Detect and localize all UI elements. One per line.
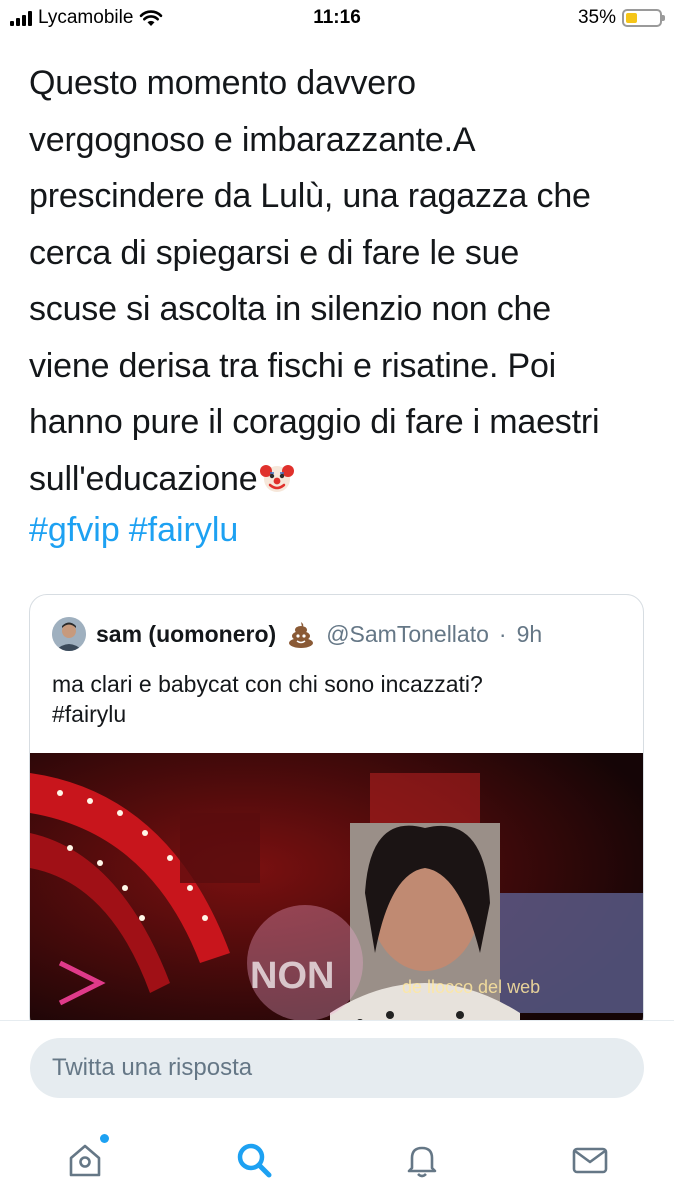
tweet-line: cerca di spiegarsi e di fare le sue	[29, 233, 520, 272]
author-handle[interactable]: @SamTonellato	[326, 621, 489, 648]
poop-emoji-icon	[289, 622, 314, 648]
tweet-line: prescindere da Lulù, una ragazza che	[29, 177, 591, 215]
author-name[interactable]: sam (uomonero)	[96, 621, 276, 648]
tweet-line-last: sull'educazione	[29, 451, 649, 508]
home-badge-dot	[100, 1134, 109, 1143]
tweet-line: Questo momento davvero	[29, 64, 416, 102]
status-bar: Lycamobile 11:16 35%	[0, 0, 674, 38]
tweet-line: sull'educazione	[29, 459, 258, 498]
hashtag-link[interactable]: #gfvip	[29, 511, 120, 549]
tab-bar	[0, 1114, 674, 1200]
tab-notifications[interactable]	[394, 1132, 450, 1188]
watermark-text: NON	[250, 955, 334, 997]
tab-home[interactable]	[57, 1132, 113, 1188]
quoted-tweet-card[interactable]: sam (uomonero) @SamTonellato · 9h ma cla…	[29, 594, 644, 1034]
tweet-line: viene derisa tra fischi e risatine. Poi	[29, 346, 557, 385]
video-thumbnail[interactable]: NON de llocco del web	[30, 753, 643, 1033]
battery-area: 35%	[577, 7, 665, 29]
clown-face-icon	[260, 464, 295, 492]
avatar[interactable]	[52, 617, 86, 651]
hashtags: #gfvip #fairylu	[29, 508, 247, 552]
timestamp: 9h	[516, 620, 543, 647]
search-icon	[237, 1143, 272, 1178]
quoted-tweet-header: sam (uomonero) @SamTonellato · 9h	[52, 617, 542, 651]
reply-input[interactable]: Twitta una risposta	[30, 1038, 644, 1098]
notifications-icon	[407, 1146, 437, 1178]
quoted-text-line: ma clari e babycat con chi sono incazzat…	[52, 671, 483, 697]
quoted-tweet-text: ma clari e babycat con chi sono incazzat…	[52, 669, 612, 729]
battery-icon	[622, 9, 665, 27]
quoted-hashtag[interactable]: #fairylu	[52, 699, 612, 729]
reply-bar: Twitta una risposta	[0, 1020, 674, 1115]
tweet-text: Questo momento davvero vergognoso e imba…	[29, 55, 649, 507]
tweet-line: scuse si ascolta in silenzio non che	[29, 290, 551, 328]
messages-icon	[572, 1147, 608, 1174]
battery-percent: 35%	[577, 7, 616, 28]
home-icon	[69, 1144, 101, 1177]
tab-search[interactable]	[226, 1132, 282, 1188]
hashtag-link[interactable]: #fairylu	[129, 511, 239, 549]
watermark-text-2: de llocco del web	[402, 977, 540, 997]
clock: 11:16	[313, 7, 361, 28]
separator: ·	[498, 620, 507, 647]
battery-fill	[626, 13, 638, 23]
tweet-line: vergognoso e imbarazzante.A	[29, 120, 476, 159]
tab-messages[interactable]	[562, 1132, 618, 1188]
tweet-line: hanno pure il coraggio di fare i maestri	[29, 403, 600, 441]
